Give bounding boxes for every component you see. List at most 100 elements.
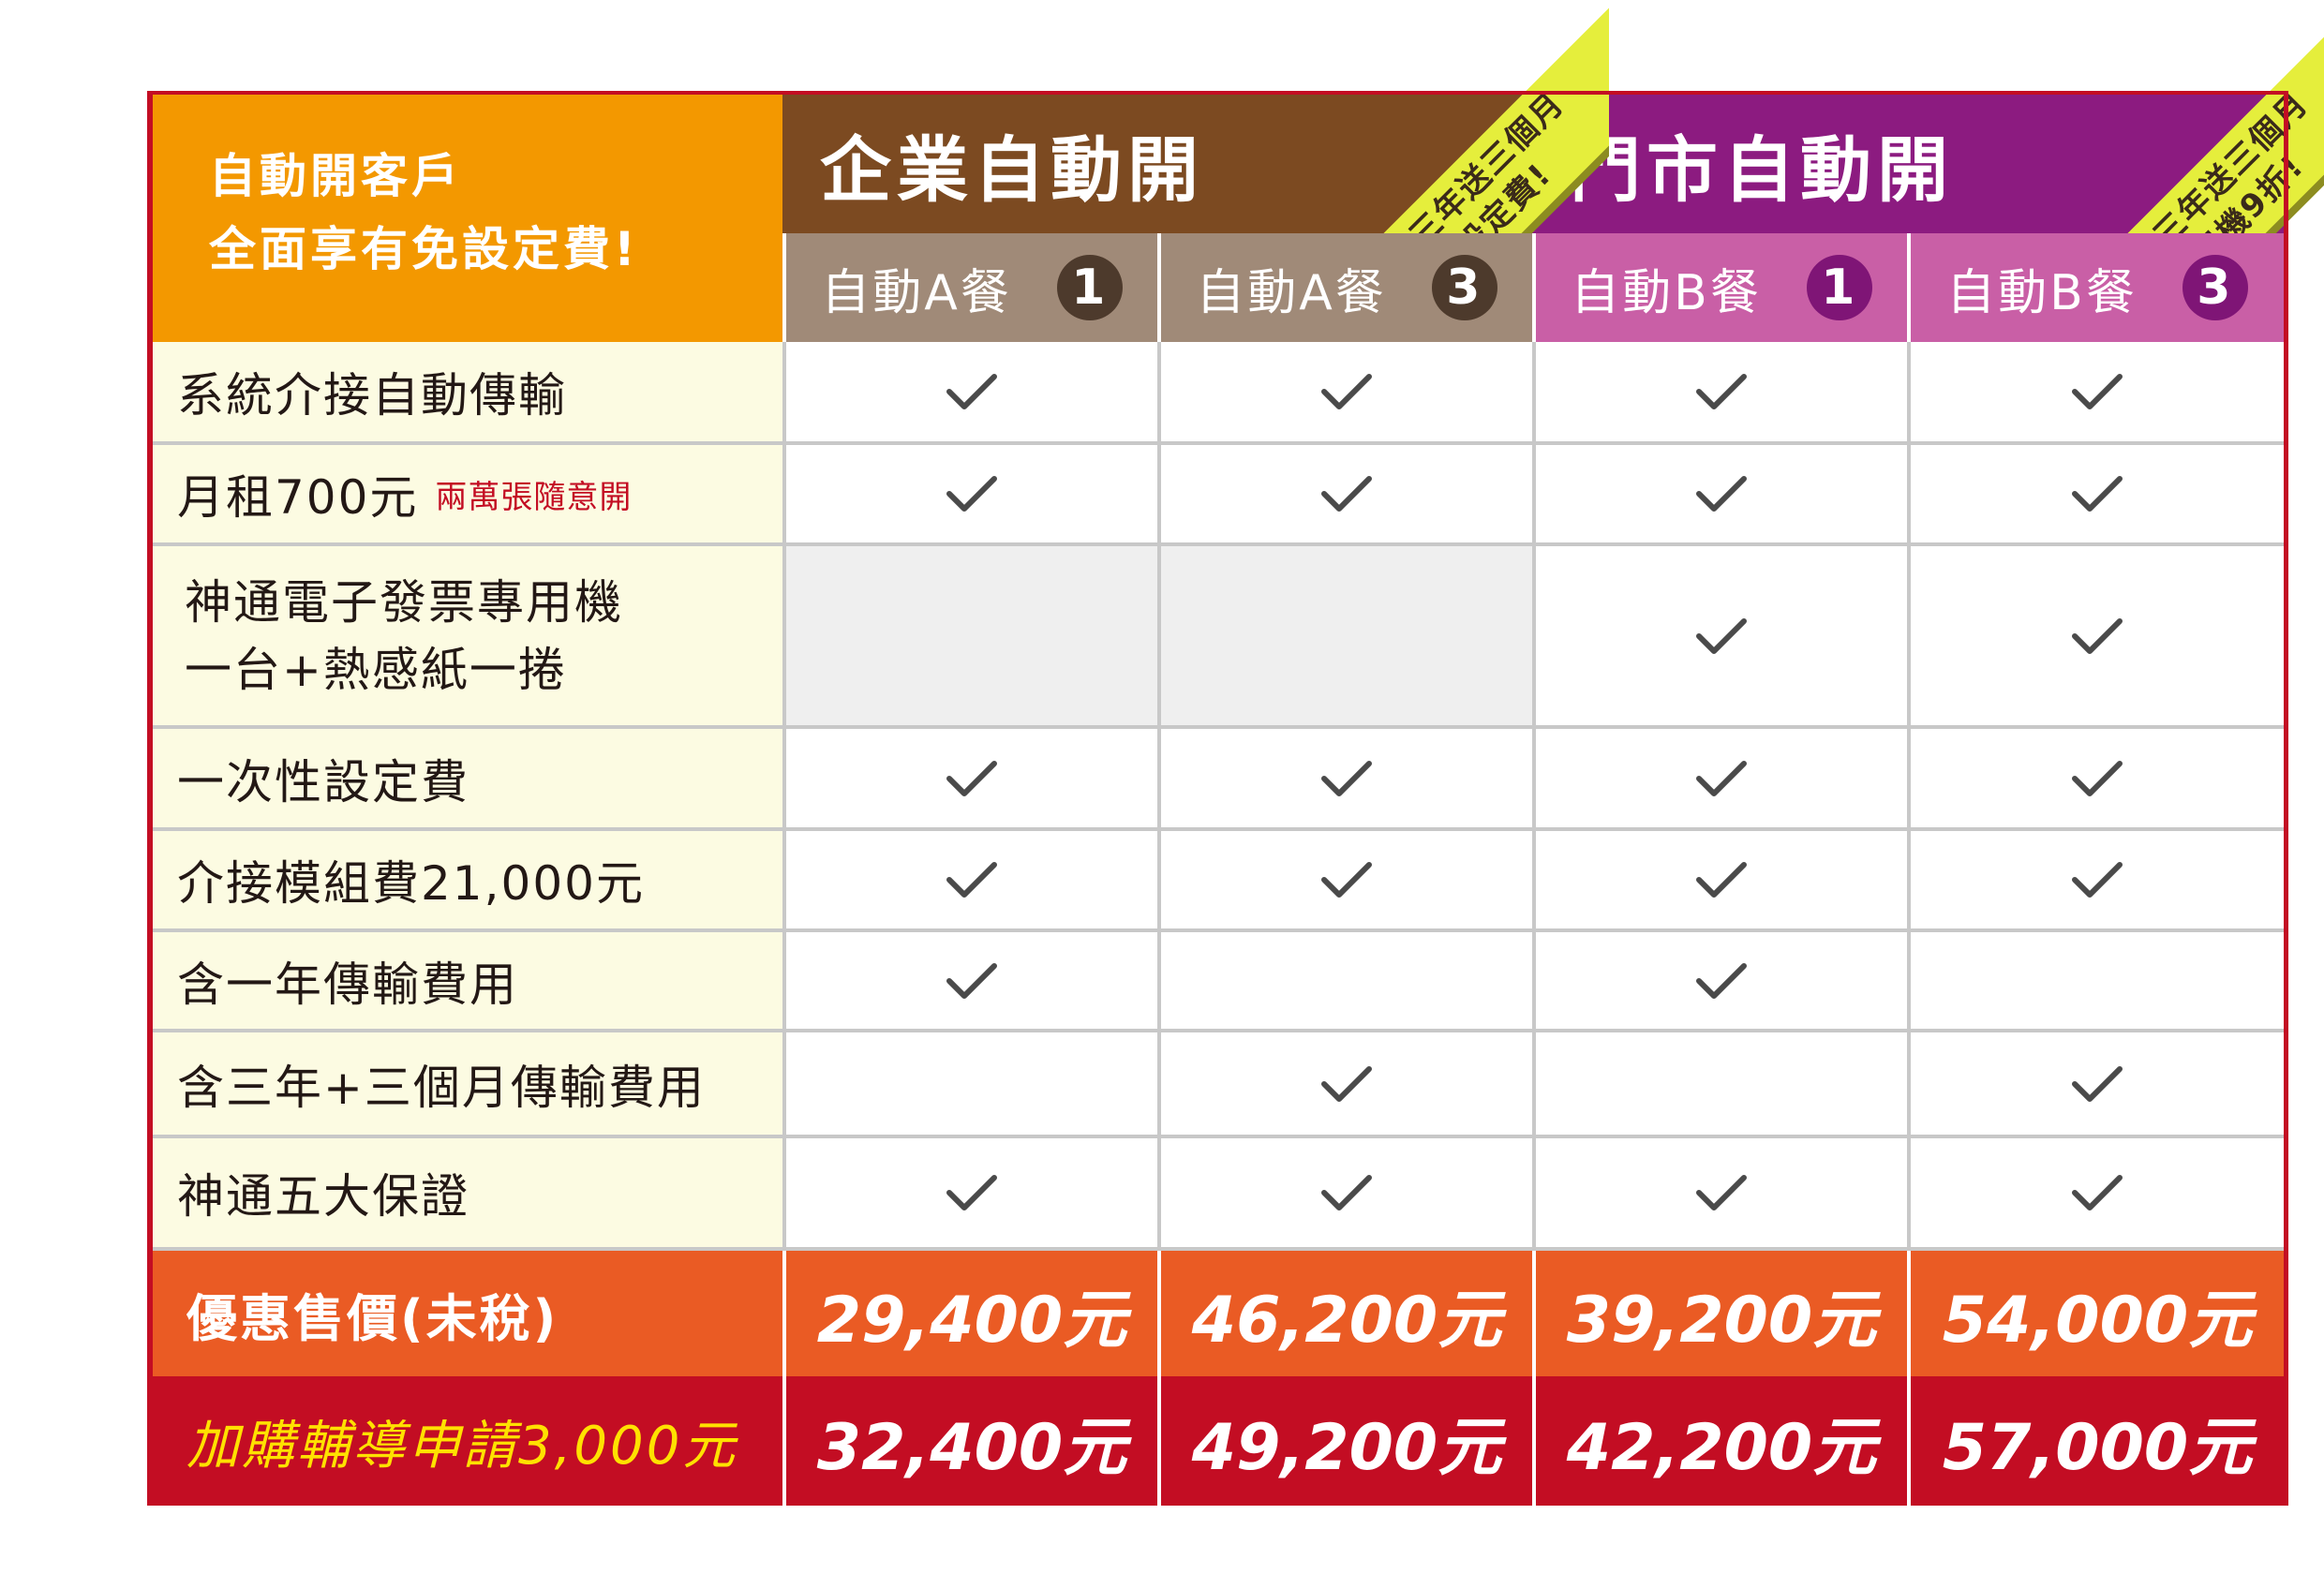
feature-label: 介接模組費21,000元 bbox=[153, 831, 782, 932]
feature-value-cell bbox=[1157, 729, 1532, 831]
check-icon bbox=[946, 476, 997, 512]
feature-label: 月租700元 兩萬張隨意開 bbox=[153, 445, 782, 546]
feature-value-cell bbox=[1157, 342, 1532, 445]
check-icon bbox=[2072, 760, 2123, 796]
check-icon bbox=[2072, 617, 2123, 654]
check-icon bbox=[2072, 1175, 2123, 1210]
group-title-enterprise-text: 企業自動開 bbox=[820, 128, 1204, 212]
feature-value-cell bbox=[782, 1032, 1157, 1138]
check-icon bbox=[946, 1175, 997, 1210]
feature-value-cell bbox=[1532, 1138, 1907, 1251]
plan-number-badge: 3 bbox=[2182, 255, 2248, 320]
addon-price-value: 42,200元 bbox=[1532, 1376, 1907, 1506]
feature-value-cell bbox=[1157, 831, 1532, 932]
feature-value-cell bbox=[1157, 932, 1532, 1032]
check-icon bbox=[1696, 476, 1747, 512]
plan-header-b1: 自動B餐 1 bbox=[1532, 233, 1907, 342]
feature-label-text: 系統介接自動傳輸 bbox=[177, 368, 567, 423]
check-icon bbox=[2072, 1065, 2123, 1102]
check-icon bbox=[2072, 374, 2123, 409]
check-icon bbox=[946, 374, 997, 409]
feature-value-cell bbox=[1532, 445, 1907, 546]
ribbon-store-clip: 一次三年送三個月 專用機9折! bbox=[1931, 0, 2324, 233]
feature-label-text: 含三年+三個月傳輸費用 bbox=[177, 1060, 706, 1115]
feature-value-cell bbox=[1157, 546, 1532, 729]
feature-label: 神通五大保證 bbox=[153, 1138, 782, 1251]
check-icon bbox=[946, 962, 997, 999]
plan-number-badge: 1 bbox=[1806, 255, 1872, 320]
frame-left-border bbox=[147, 91, 153, 1506]
check-icon bbox=[1696, 1175, 1747, 1210]
check-icon bbox=[1321, 862, 1372, 898]
plan-number-badge: 3 bbox=[1431, 255, 1497, 320]
feature-value-cell bbox=[1907, 831, 2284, 932]
feature-label: 一次性設定費 bbox=[153, 729, 782, 831]
feature-label: 神通電子發票專用機 一台+熱感紙一捲 bbox=[153, 546, 782, 729]
feature-label: 系統介接自動傳輸 bbox=[153, 342, 782, 445]
feature-value-cell bbox=[1157, 1138, 1532, 1251]
feature-value-cell bbox=[1532, 546, 1907, 729]
feature-label-text: 介接模組費21,000元 bbox=[177, 856, 645, 911]
feature-label-line: 一台+熱感紙一捲 bbox=[185, 642, 567, 697]
feature-label-text: 含一年傳輸費用 bbox=[177, 957, 518, 1012]
ribbon-enterprise-clip: 一次三年送三個月 免設定費! bbox=[1178, 0, 1609, 233]
check-icon bbox=[946, 862, 997, 898]
feature-note: 兩萬張隨意開 bbox=[435, 478, 633, 516]
feature-value-cell bbox=[1907, 1032, 2284, 1138]
corner-promo-cell: 自動開客戶 全面享有免設定費! bbox=[153, 95, 782, 342]
plan-header-label: 自動A餐 bbox=[1196, 264, 1387, 321]
feature-label-text: 月租700元 bbox=[177, 470, 419, 525]
addon-price-value: 57,000元 bbox=[1907, 1376, 2284, 1506]
feature-value-cell bbox=[1907, 932, 2284, 1032]
check-icon bbox=[1321, 760, 1372, 796]
check-icon bbox=[2072, 476, 2123, 512]
ribbon-enterprise-line1: 一次三年送三個月 bbox=[1354, 84, 1572, 233]
check-icon bbox=[1696, 962, 1747, 999]
plan-header-a3: 自動A餐 3 bbox=[1157, 233, 1532, 342]
sale-price-value: 39,200元 bbox=[1532, 1251, 1907, 1376]
feature-value-cell bbox=[1532, 831, 1907, 932]
feature-value-cell bbox=[1907, 342, 2284, 445]
check-icon bbox=[946, 760, 997, 796]
promo-ribbon-enterprise: 一次三年送三個月 免設定費! bbox=[1204, 0, 1609, 233]
addon-price-label: 加購輔導申請3,000元 bbox=[153, 1376, 782, 1506]
check-icon bbox=[1696, 862, 1747, 898]
feature-value-cell bbox=[1907, 546, 2284, 729]
feature-label-line: 神通電子發票專用機 bbox=[185, 574, 623, 630]
feature-value-cell bbox=[1157, 445, 1532, 546]
feature-value-cell bbox=[782, 445, 1157, 546]
check-icon bbox=[1321, 1065, 1372, 1102]
feature-value-cell bbox=[1532, 1032, 1907, 1138]
feature-value-cell bbox=[782, 932, 1157, 1032]
frame-right-border bbox=[2284, 91, 2288, 1506]
feature-label-text: 一次性設定費 bbox=[177, 754, 469, 809]
feature-label: 含一年傳輸費用 bbox=[153, 932, 782, 1032]
plan-header-label: 自動A餐 bbox=[821, 264, 1012, 321]
check-icon bbox=[2072, 862, 2123, 898]
feature-value-cell bbox=[1907, 729, 2284, 831]
promo-ribbon-store: 一次三年送三個月 專用機9折! bbox=[1948, 0, 2324, 233]
addon-price-value: 49,200元 bbox=[1157, 1376, 1532, 1506]
feature-value-cell bbox=[782, 342, 1157, 445]
plan-header-label: 自動B餐 bbox=[1946, 264, 2138, 321]
plan-header-label: 自動B餐 bbox=[1571, 264, 1762, 321]
pricing-table: 自動開客戶 全面享有免設定費! 企業自動開 門市自動開 一次三年送三個月 免設定… bbox=[147, 0, 2324, 1506]
feature-value-cell bbox=[782, 831, 1157, 932]
corner-promo-line2: 全面享有免設定費! bbox=[209, 222, 639, 276]
feature-label-text: 神通五大保證 bbox=[177, 1169, 469, 1224]
check-icon bbox=[1696, 374, 1747, 409]
check-icon bbox=[1696, 617, 1747, 654]
check-icon bbox=[1321, 374, 1372, 409]
feature-value-cell bbox=[782, 1138, 1157, 1251]
feature-value-cell bbox=[1532, 729, 1907, 831]
feature-value-cell bbox=[1532, 342, 1907, 445]
addon-price-value: 32,400元 bbox=[782, 1376, 1157, 1506]
check-icon bbox=[1321, 1175, 1372, 1210]
feature-value-cell bbox=[1907, 445, 2284, 546]
feature-value-cell bbox=[1157, 1032, 1532, 1138]
feature-value-cell bbox=[1907, 1138, 2284, 1251]
plan-header-a1: 自動A餐 1 bbox=[782, 233, 1157, 342]
sale-price-value: 54,000元 bbox=[1907, 1251, 2284, 1376]
check-icon bbox=[1321, 476, 1372, 512]
sale-price-value: 46,200元 bbox=[1157, 1251, 1532, 1376]
